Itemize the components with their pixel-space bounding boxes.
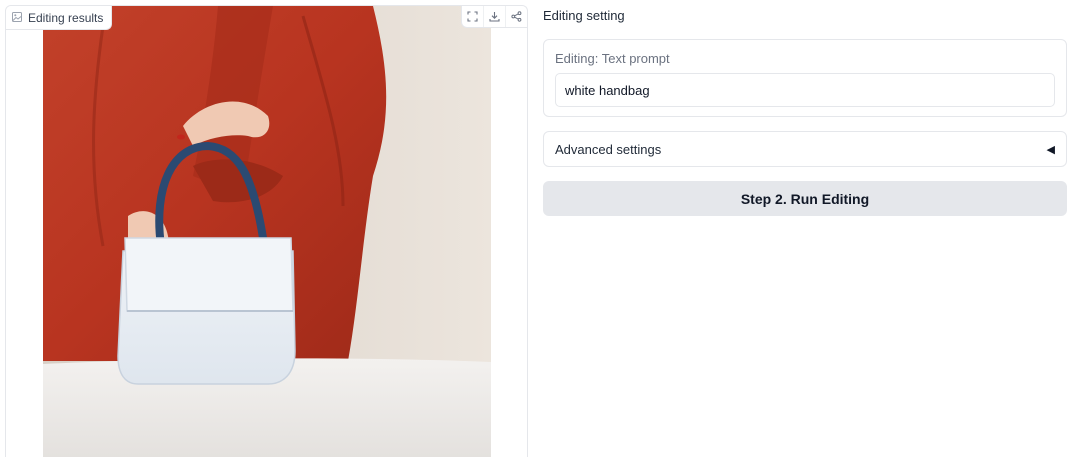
editing-setting-title: Editing setting xyxy=(543,8,625,23)
text-prompt-label: Editing: Text prompt xyxy=(555,51,670,66)
caret-left-icon: ◀ xyxy=(1046,143,1055,156)
text-prompt-block: Editing: Text prompt xyxy=(543,39,1067,117)
fullscreen-icon[interactable] xyxy=(462,6,483,27)
editing-results-label: Editing results xyxy=(6,6,113,30)
image-icon xyxy=(12,11,22,25)
text-prompt-input[interactable] xyxy=(555,73,1055,107)
download-icon[interactable] xyxy=(483,6,505,27)
image-toolbar xyxy=(461,6,527,28)
edited-result-image xyxy=(43,6,491,457)
advanced-settings-label: Advanced settings xyxy=(555,141,662,157)
editing-results-label-text: Editing results xyxy=(28,10,104,25)
editing-results-panel: Editing results xyxy=(5,5,528,457)
share-icon[interactable] xyxy=(505,6,527,27)
run-editing-button[interactable]: Step 2. Run Editing xyxy=(543,181,1067,216)
advanced-settings-accordion[interactable]: Advanced settings ◀ xyxy=(543,131,1067,167)
